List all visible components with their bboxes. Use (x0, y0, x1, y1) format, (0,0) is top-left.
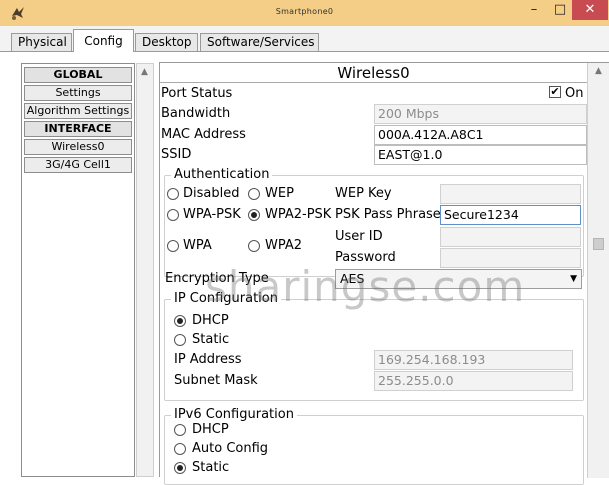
auth-disabled-label: Disabled (183, 186, 240, 201)
auth-wpa2-psk-radio[interactable] (248, 209, 260, 221)
sidebar-item-algorithm-settings[interactable]: Algorithm Settings (24, 103, 132, 119)
ssid-field[interactable]: EAST@1.0 (374, 145, 587, 165)
config-content: GLOBAL Settings Algorithm Settings INTER… (0, 51, 609, 485)
window-titlebar: Smartphone0 – □ ✕ (0, 0, 609, 26)
ip-static-radio[interactable] (174, 334, 186, 346)
sidebar-scrollbar[interactable]: ▲ (136, 63, 154, 477)
scroll-up-icon[interactable]: ▲ (141, 67, 148, 77)
mac-address-field[interactable]: 000A.412A.A8C1 (374, 125, 587, 145)
sidebar-header-global: GLOBAL (24, 67, 132, 83)
ipv6-configuration-title: IPv6 Configuration (171, 407, 297, 423)
auth-wpa2-radio[interactable] (248, 240, 260, 252)
auth-wpa2-psk-label: WPA2-PSK (265, 207, 332, 222)
bandwidth-field: 200 Mbps (374, 104, 587, 124)
auth-wpa2-label: WPA2 (265, 238, 303, 253)
minimize-button[interactable]: – (521, 0, 547, 20)
psk-pass-phrase-field[interactable]: Secure1234 (440, 205, 581, 225)
auth-wep-radio[interactable] (248, 188, 260, 200)
tab-config[interactable]: Config (73, 29, 134, 52)
auth-wpa-radio[interactable] (167, 240, 179, 252)
sidebar-item-wireless0[interactable]: Wireless0 (24, 139, 132, 155)
authentication-title: Authentication (171, 167, 273, 183)
ip-dhcp-radio[interactable] (174, 315, 186, 327)
config-sidebar: GLOBAL Settings Algorithm Settings INTER… (21, 63, 135, 477)
wep-key-field (440, 184, 581, 204)
tab-desktop[interactable]: Desktop (135, 33, 198, 51)
sidebar-item-settings[interactable]: Settings (24, 85, 132, 101)
ip-address-label: IP Address (174, 352, 242, 367)
encryption-type-select[interactable]: AES ▼ (335, 269, 582, 289)
mac-address-label: MAC Address (161, 127, 246, 142)
auth-wpa-psk-label: WPA-PSK (183, 207, 241, 222)
scrollbar-thumb[interactable] (593, 238, 604, 250)
panel-title: Wireless0 (160, 63, 587, 83)
ip-static-label: Static (192, 332, 230, 347)
ipv6-static-label: Static (192, 460, 230, 475)
ipv6-dhcp-radio[interactable] (174, 424, 186, 436)
port-on-checkbox[interactable]: ✔ (549, 86, 561, 98)
maximize-button[interactable]: □ (547, 0, 573, 20)
ipv6-dhcp-label: DHCP (192, 422, 229, 437)
auth-disabled-radio[interactable] (167, 188, 179, 200)
user-id-field (440, 227, 581, 247)
tab-physical[interactable]: Physical (11, 33, 72, 51)
close-button[interactable]: ✕ (572, 0, 608, 20)
auth-wpa-psk-radio[interactable] (167, 209, 179, 221)
auth-wep-label: WEP (265, 186, 294, 201)
ipv6-static-radio[interactable] (174, 462, 186, 474)
password-field (440, 248, 581, 268)
port-status-label: Port Status (161, 86, 233, 101)
psk-pass-phrase-label: PSK Pass Phrase (335, 207, 441, 222)
bandwidth-label: Bandwidth (161, 106, 231, 121)
tab-bar: Physical Config Desktop Software/Service… (0, 26, 609, 52)
subnet-mask-field: 255.255.0.0 (374, 371, 573, 391)
ip-configuration-title: IP Configuration (171, 291, 281, 307)
chevron-down-icon[interactable]: ▼ (570, 270, 577, 288)
subnet-mask-label: Subnet Mask (174, 373, 258, 388)
window-title: Smartphone0 (275, 7, 334, 16)
auth-wpa-label: WPA (183, 238, 212, 253)
encryption-type-value: AES (340, 271, 365, 286)
port-on-label: On (565, 86, 584, 101)
encryption-type-label: Encryption Type (165, 271, 269, 286)
scroll-up-icon[interactable]: ▲ (595, 66, 602, 76)
sidebar-item-cell1[interactable]: 3G/4G Cell1 (24, 157, 132, 173)
ip-address-field: 169.254.168.193 (374, 350, 573, 370)
ip-dhcp-label: DHCP (192, 313, 229, 328)
ipv6-auto-config-label: Auto Config (192, 441, 269, 456)
wep-key-label: WEP Key (335, 186, 392, 201)
user-id-label: User ID (335, 229, 383, 244)
ssid-label: SSID (161, 147, 192, 162)
password-label: Password (335, 250, 396, 265)
ipv6-auto-config-radio[interactable] (174, 443, 186, 455)
panel-scrollbar[interactable]: ▲ (587, 63, 609, 478)
tab-software-services[interactable]: Software/Services (200, 33, 319, 51)
interface-panel: Wireless0 Port Status ✔ On Bandwidth 200… (159, 62, 609, 485)
sidebar-header-interface: INTERFACE (24, 121, 132, 137)
